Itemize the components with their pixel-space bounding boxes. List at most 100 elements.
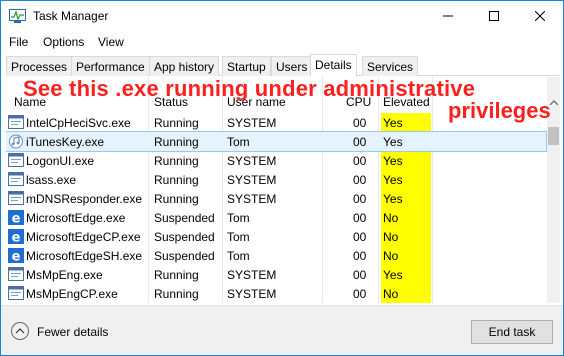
process-cpu: 00 xyxy=(353,135,367,149)
table-row[interactable]: MsMpEngCP.exe Running SYSTEM 00 No xyxy=(6,284,546,303)
end-task-button[interactable]: End task xyxy=(471,320,553,344)
process-user-name: Tom xyxy=(227,135,250,149)
process-user-name: SYSTEM xyxy=(227,192,277,206)
tab-strip: Processes Performance App history Startu… xyxy=(6,54,560,77)
process-elevated: No xyxy=(383,211,399,225)
process-status: Running xyxy=(154,135,199,149)
minimize-icon xyxy=(443,15,453,17)
process-elevated: Yes xyxy=(383,116,403,130)
tab-processes[interactable]: Processes xyxy=(6,56,73,76)
edge-icon: e xyxy=(8,210,24,227)
table-row[interactable]: e MicrosoftEdgeCP.exe Suspended Tom 00 No xyxy=(6,227,546,246)
tab-services[interactable]: Services xyxy=(362,56,419,76)
fewer-details-link[interactable]: Fewer details xyxy=(37,325,108,339)
tab-startup[interactable]: Startup xyxy=(222,56,271,76)
process-name: IntelCpHeciSvc.exe xyxy=(26,116,131,130)
process-cpu: 00 xyxy=(353,173,367,187)
table-row[interactable]: LogonUI.exe Running SYSTEM 00 Yes xyxy=(6,151,546,170)
process-cpu: 00 xyxy=(353,249,367,263)
process-status: Suspended xyxy=(154,249,215,263)
tab-app-history[interactable]: App history xyxy=(149,56,220,76)
menu-file[interactable]: File xyxy=(9,35,28,49)
table-row[interactable]: mDNSResponder.exe Running SYSTEM 00 Yes xyxy=(6,189,546,208)
process-cpu: 00 xyxy=(353,268,367,282)
tab-users[interactable]: Users xyxy=(271,56,313,76)
process-elevated: Yes xyxy=(383,154,403,168)
scroll-thumb[interactable] xyxy=(548,127,559,145)
process-name: mDNSResponder.exe xyxy=(26,192,143,206)
app-window-icon xyxy=(8,115,24,130)
task-manager-window: Task Manager File Options View Processes… xyxy=(0,0,564,356)
table-row[interactable]: MsMpEng.exe Running SYSTEM 00 Yes xyxy=(6,265,546,284)
process-user-name: Tom xyxy=(227,211,250,225)
edge-icon: e xyxy=(8,229,24,246)
process-elevated: Yes xyxy=(383,268,403,282)
process-status: Suspended xyxy=(154,230,215,244)
process-name: MsMpEng.exe xyxy=(26,268,103,282)
maximize-icon xyxy=(489,11,499,21)
process-name: MicrosoftEdge.exe xyxy=(26,211,126,225)
close-icon xyxy=(535,11,545,21)
process-user-name: SYSTEM xyxy=(227,287,277,301)
process-name: lsass.exe xyxy=(26,173,77,187)
process-cpu: 00 xyxy=(353,154,367,168)
process-status: Suspended xyxy=(154,211,215,225)
table-row[interactable]: e MicrosoftEdgeSH.exe Suspended Tom 00 No xyxy=(6,246,546,265)
process-user-name: SYSTEM xyxy=(227,268,277,282)
menu-options[interactable]: Options xyxy=(43,35,84,49)
app-window-icon xyxy=(8,286,24,301)
chevron-up-icon xyxy=(15,328,25,334)
title-bar[interactable]: Task Manager xyxy=(1,1,563,31)
process-name: MsMpEngCP.exe xyxy=(26,287,118,301)
process-name: MicrosoftEdgeCP.exe xyxy=(26,230,141,244)
menu-view[interactable]: View xyxy=(98,35,124,49)
process-elevated: Yes xyxy=(383,192,403,206)
process-elevated: No xyxy=(383,230,399,244)
process-status: Running xyxy=(154,287,199,301)
edge-icon: e xyxy=(8,248,24,265)
task-manager-icon xyxy=(9,9,26,23)
app-window-icon xyxy=(8,267,24,282)
annotation-text: See this .exe running under administrati… xyxy=(23,76,476,101)
process-cpu: 00 xyxy=(353,192,367,206)
annotation-text-continued: privileges xyxy=(448,98,551,123)
table-row[interactable]: e MicrosoftEdge.exe Suspended Tom 00 No xyxy=(6,208,546,227)
process-elevated: No xyxy=(383,287,399,301)
itunes-icon xyxy=(8,134,24,149)
table-row[interactable]: iTunesKey.exe Running Tom 00 Yes xyxy=(6,131,547,152)
process-status: Running xyxy=(154,154,199,168)
svg-text:e: e xyxy=(12,231,21,245)
process-user-name: SYSTEM xyxy=(227,173,277,187)
table-row[interactable]: lsass.exe Running SYSTEM 00 Yes xyxy=(6,170,546,189)
process-elevated: Yes xyxy=(383,173,403,187)
tab-performance[interactable]: Performance xyxy=(71,56,150,76)
process-user-name: SYSTEM xyxy=(227,116,277,130)
fewer-details-button[interactable] xyxy=(11,322,29,340)
process-name: LogonUI.exe xyxy=(26,154,95,168)
process-user-name: SYSTEM xyxy=(227,154,277,168)
process-cpu: 00 xyxy=(353,116,367,130)
svg-text:e: e xyxy=(12,250,21,264)
footer-bar: Fewer details End task xyxy=(1,305,563,355)
process-elevated: No xyxy=(383,249,399,263)
process-status: Running xyxy=(154,116,199,130)
minimize-button[interactable] xyxy=(425,1,471,31)
process-name: MicrosoftEdgeSH.exe xyxy=(26,249,143,263)
close-button[interactable] xyxy=(517,1,563,31)
process-elevated: Yes xyxy=(383,135,403,149)
svg-text:e: e xyxy=(12,212,21,226)
tab-details[interactable]: Details xyxy=(310,54,357,77)
process-status: Running xyxy=(154,268,199,282)
process-name: iTunesKey.exe xyxy=(26,135,105,149)
process-user-name: Tom xyxy=(227,249,250,263)
process-status: Running xyxy=(154,192,199,206)
menu-bar: File Options View xyxy=(1,32,563,52)
window-title: Task Manager xyxy=(33,9,109,23)
maximize-button[interactable] xyxy=(471,1,517,31)
process-cpu: 00 xyxy=(353,211,367,225)
process-status: Running xyxy=(154,173,199,187)
app-window-icon xyxy=(8,153,24,168)
process-cpu: 00 xyxy=(353,230,367,244)
app-window-icon xyxy=(8,172,24,187)
process-user-name: Tom xyxy=(227,230,250,244)
